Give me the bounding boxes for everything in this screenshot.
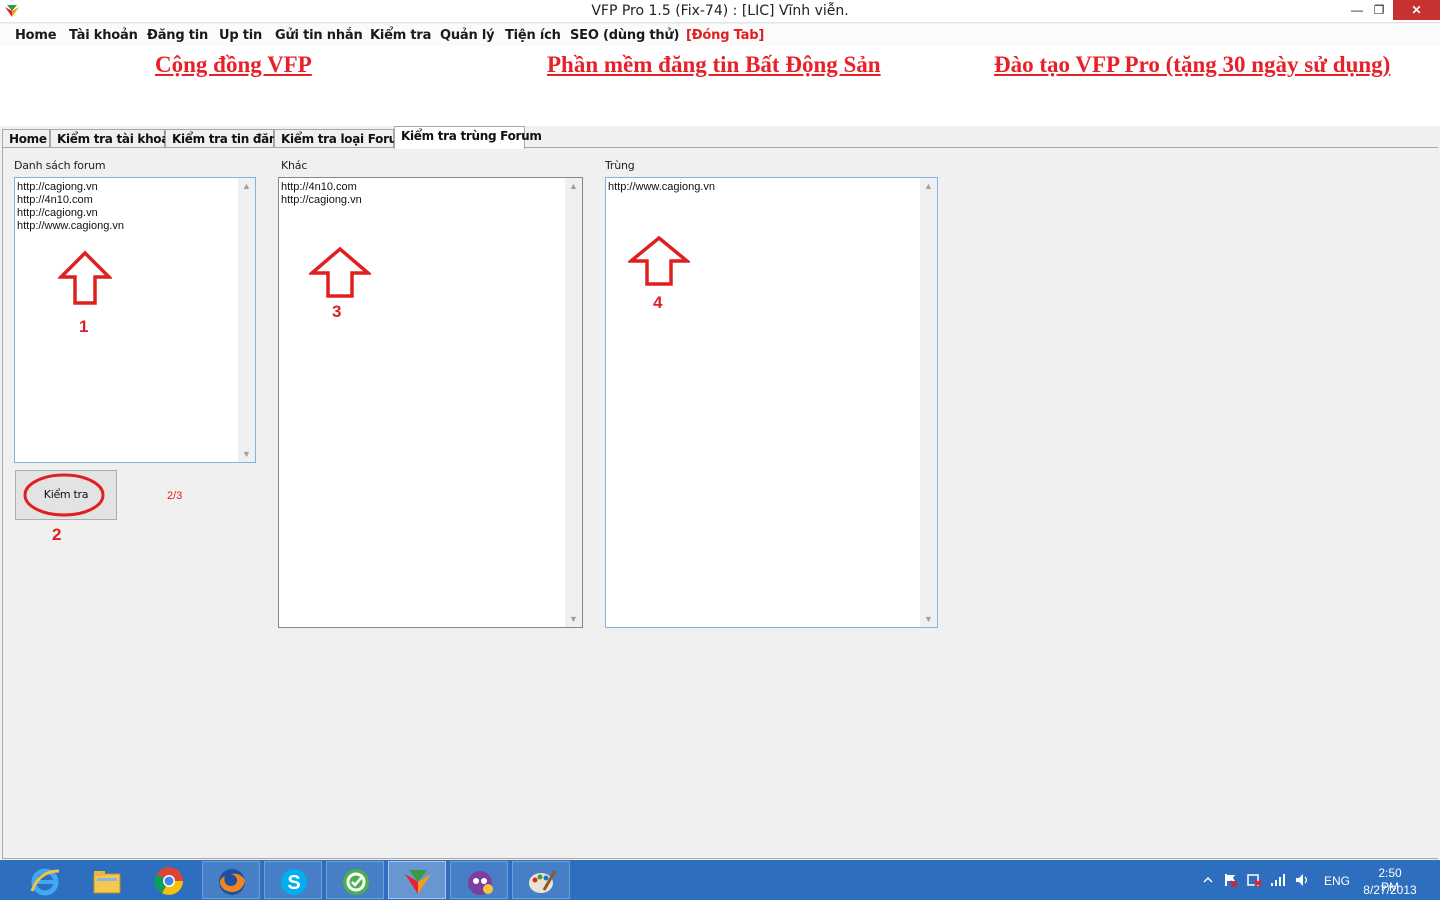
firefox-icon xyxy=(219,869,245,895)
taskbar-ie[interactable] xyxy=(16,861,74,899)
volume-icon[interactable] xyxy=(1295,873,1311,887)
annotation-up-arrow-icon xyxy=(309,246,371,298)
menu-account[interactable]: Tài khoản xyxy=(69,28,138,43)
menu-manage[interactable]: Quản lý xyxy=(440,28,495,43)
duplicate-content: http://www.cagiong.vn xyxy=(608,181,715,194)
list-item: http://4n10.com xyxy=(281,181,357,193)
taskbar-messenger[interactable] xyxy=(450,861,508,899)
menu-close-tab[interactable]: [Đóng Tab] xyxy=(686,28,764,43)
banner: Cộng đồng VFP Phần mềm đăng tin Bất Động… xyxy=(0,46,1440,126)
window-title: VFP Pro 1.5 (Fix-74) : [LIC] Vĩnh viễn. xyxy=(591,3,849,19)
other-textarea[interactable]: http://4n10.com http://cagiong.vn ▲ ▼ xyxy=(278,177,583,628)
taskbar-coccoc[interactable] xyxy=(326,861,384,899)
menu-up-post[interactable]: Up tin xyxy=(219,28,262,43)
restore-button[interactable]: ❐ xyxy=(1368,0,1390,20)
coccoc-icon xyxy=(343,869,369,895)
scroll-up-icon[interactable]: ▲ xyxy=(565,179,582,193)
menu-post[interactable]: Đăng tin xyxy=(147,28,208,43)
tab-strip: Home Kiểm tra tài khoản Kiểm tra tin đăn… xyxy=(0,126,1440,149)
show-hidden-icons-icon[interactable] xyxy=(1200,873,1216,887)
signal-strength-icon[interactable] xyxy=(1270,873,1286,887)
action-center-icon[interactable] xyxy=(1222,873,1238,887)
tab-check-forum-type[interactable]: Kiểm tra loại Forum xyxy=(274,129,409,148)
annotation-number-1: 1 xyxy=(79,317,89,336)
menu-check[interactable]: Kiểm tra xyxy=(370,28,431,43)
menu-home[interactable]: Home xyxy=(15,28,57,43)
language-indicator[interactable]: ENG xyxy=(1324,874,1350,888)
svg-text:S: S xyxy=(287,872,300,894)
other-label: Khác xyxy=(281,159,308,172)
annotation-number-4: 4 xyxy=(653,293,663,312)
vertical-scrollbar[interactable]: ▲ ▼ xyxy=(238,178,255,462)
list-item: http://cagiong.vn xyxy=(281,194,362,206)
taskbar-chrome[interactable] xyxy=(140,861,198,899)
vertical-scrollbar[interactable]: ▲ ▼ xyxy=(565,178,582,627)
taskbar-explorer[interactable] xyxy=(78,861,136,899)
list-item: http://www.cagiong.vn xyxy=(608,181,716,193)
list-item: http://www.cagiong.vn xyxy=(17,220,125,232)
forum-list-textarea[interactable]: http://cagiong.vn http://4n10.com http:/… xyxy=(14,177,256,463)
tab-check-post[interactable]: Kiểm tra tin đăng xyxy=(165,129,286,148)
title-bar: VFP Pro 1.5 (Fix-74) : [LIC] Vĩnh viễn. … xyxy=(0,0,1440,23)
taskbar-vfp[interactable] xyxy=(388,861,446,899)
internet-explorer-icon xyxy=(30,868,60,896)
list-item: http://4n10.com xyxy=(17,194,93,206)
menu-bar: Home Tài khoản Đăng tin Up tin Gửi tin n… xyxy=(0,24,1440,46)
forum-list-content: http://cagiong.vn http://4n10.com http:/… xyxy=(17,181,124,233)
paint-icon xyxy=(529,870,557,893)
tab-check-duplicate-forum[interactable]: Kiểm tra trùng Forum xyxy=(394,126,542,149)
scroll-up-icon[interactable]: ▲ xyxy=(920,179,937,193)
vertical-scrollbar[interactable]: ▲ ▼ xyxy=(920,178,937,627)
minimize-button[interactable]: — xyxy=(1346,0,1368,20)
taskbar-firefox[interactable] xyxy=(202,861,260,899)
duplicate-label: Trùng xyxy=(605,159,635,172)
banner-link-community[interactable]: Cộng đồng VFP xyxy=(155,52,312,78)
forum-list-label: Danh sách forum xyxy=(14,159,106,172)
tab-check-account[interactable]: Kiểm tra tài khoản xyxy=(50,129,178,148)
messenger-icon xyxy=(468,871,493,895)
close-button[interactable]: ✕ xyxy=(1393,0,1440,20)
scroll-down-icon[interactable]: ▼ xyxy=(920,612,937,626)
annotation-circle-icon xyxy=(23,473,105,517)
chrome-icon xyxy=(154,867,183,895)
annotation-number-3: 3 xyxy=(332,302,342,321)
network-card-icon[interactable] xyxy=(1246,873,1262,887)
skype-icon: S xyxy=(281,869,307,895)
progress-counter: 2/3 xyxy=(167,490,183,502)
list-item: http://cagiong.vn xyxy=(17,181,98,193)
scroll-up-icon[interactable]: ▲ xyxy=(238,179,255,193)
scroll-down-icon[interactable]: ▼ xyxy=(565,612,582,626)
vfp-icon xyxy=(405,870,431,894)
taskbar: S xyxy=(0,860,1440,900)
annotation-up-arrow-icon xyxy=(628,235,690,286)
tab-home[interactable]: Home xyxy=(2,129,50,148)
scroll-down-icon[interactable]: ▼ xyxy=(238,447,255,461)
annotation-up-arrow-icon xyxy=(58,250,112,305)
menu-utilities[interactable]: Tiện ích xyxy=(505,28,561,43)
file-explorer-icon xyxy=(93,871,121,894)
taskbar-paint[interactable] xyxy=(512,861,570,899)
banner-link-training[interactable]: Đào tạo VFP Pro (tặng 30 ngày sử dụng) xyxy=(994,52,1390,78)
taskbar-skype[interactable]: S xyxy=(264,861,322,899)
list-item: http://cagiong.vn xyxy=(17,207,98,219)
other-content: http://4n10.com http://cagiong.vn xyxy=(281,181,362,207)
menu-send-message[interactable]: Gửi tin nhắn xyxy=(275,28,363,43)
menu-seo[interactable]: SEO (dùng thử) xyxy=(570,28,679,43)
banner-link-software[interactable]: Phần mềm đăng tin Bất Động Sản xyxy=(547,52,881,78)
clock-date[interactable]: 8/27/2013 xyxy=(1361,883,1419,897)
annotation-number-2: 2 xyxy=(52,525,62,544)
